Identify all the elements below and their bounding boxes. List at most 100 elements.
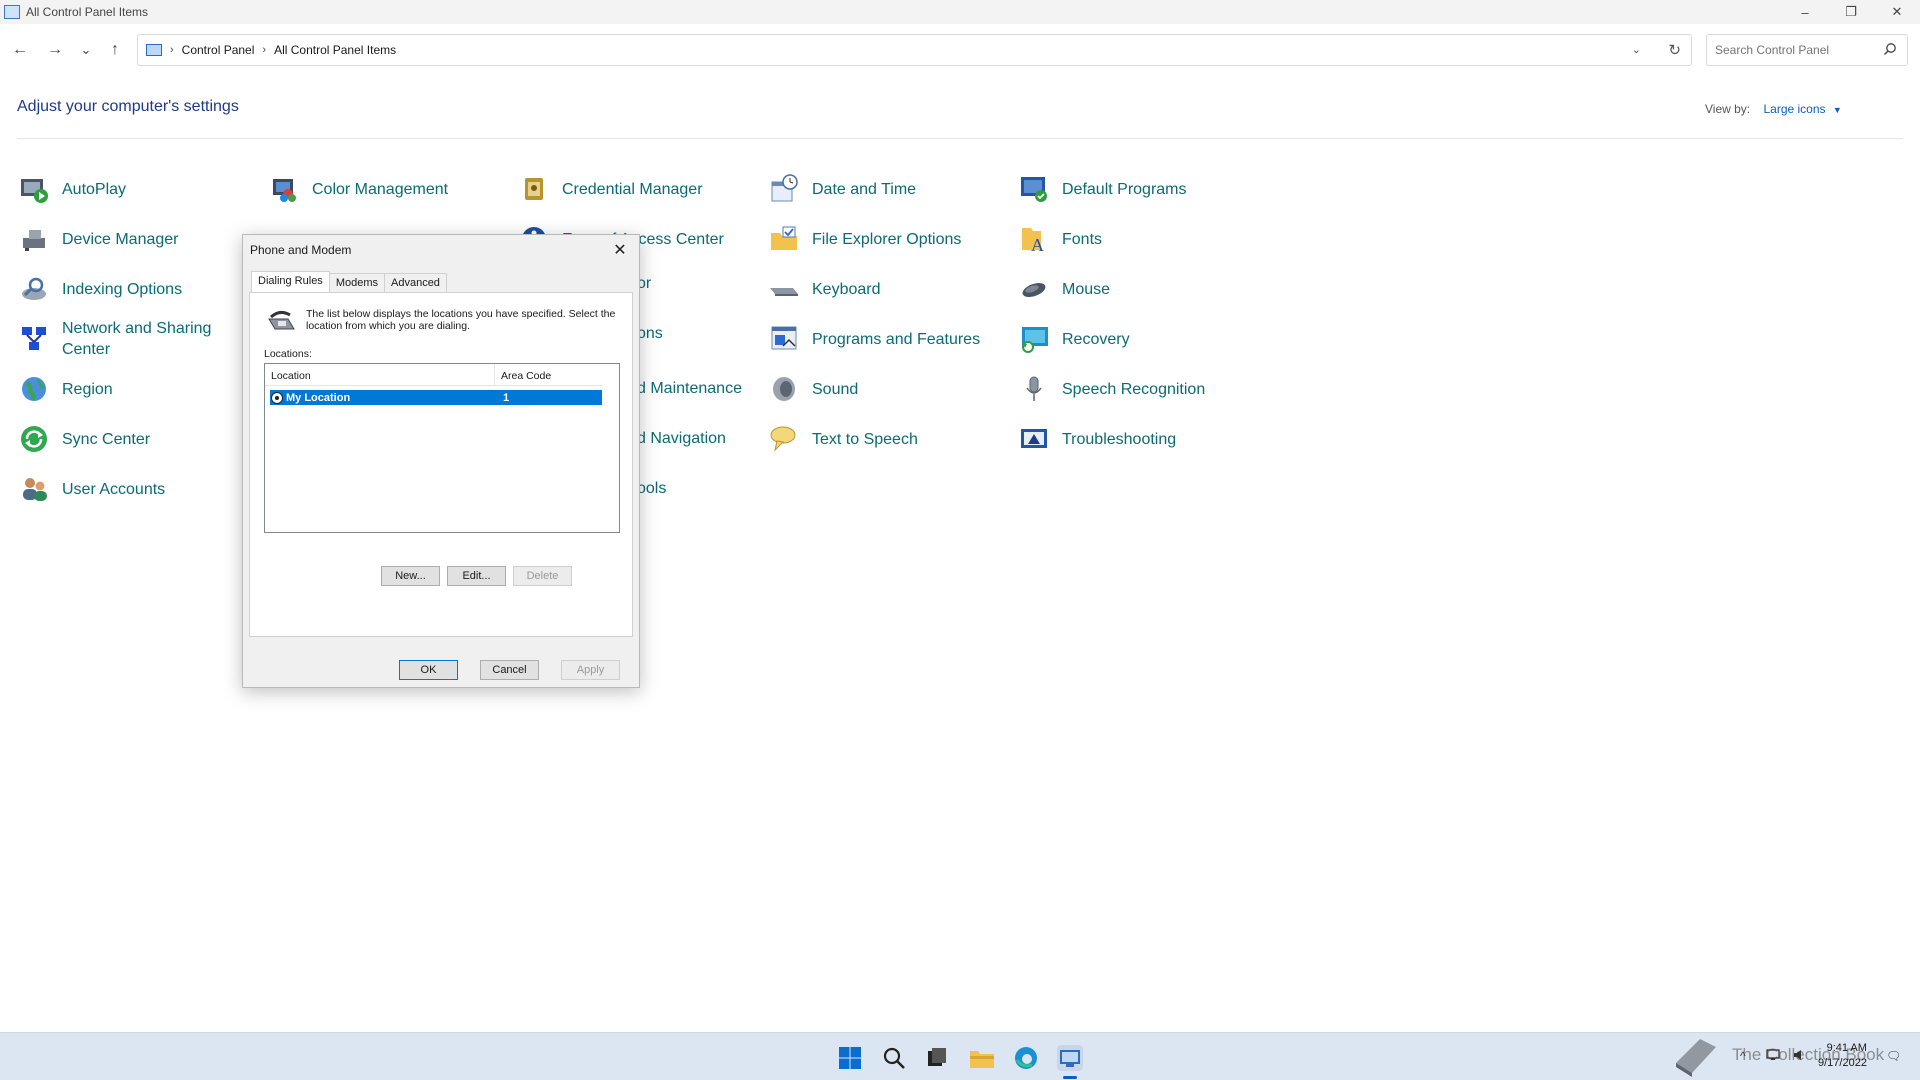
system-clock[interactable]: 9:41 AM 9/17/2022 [1818, 1041, 1867, 1071]
breadcrumb-separator: › [170, 44, 174, 56]
item-keyboard[interactable]: Keyboard [768, 273, 987, 305]
tab-modems[interactable]: Modems [328, 273, 385, 294]
item-region[interactable]: Region [18, 373, 237, 405]
item-partial-ons[interactable]: ons [637, 323, 663, 344]
minimize-button[interactable]: – [1782, 0, 1828, 24]
page-title: Adjust your computer's settings [17, 98, 239, 115]
start-icon[interactable] [837, 1045, 863, 1071]
refresh-icon[interactable]: ↻ [1668, 41, 1681, 59]
breadcrumb-separator[interactable]: › [262, 44, 266, 56]
item-network-sharing[interactable]: Network and Sharing Center [18, 318, 237, 360]
item-label: Recovery [1062, 330, 1130, 348]
forward-button[interactable]: → [43, 38, 67, 62]
control-panel-icon [146, 44, 162, 56]
file-explorer-icon[interactable] [969, 1045, 995, 1071]
recent-locations-button[interactable]: ⌄ [74, 38, 98, 62]
item-sound[interactable]: Sound [768, 373, 987, 405]
default-programs-icon [1018, 173, 1050, 205]
item-file-explorer-options[interactable]: File Explorer Options [768, 223, 987, 255]
control-panel-icon [4, 5, 20, 19]
item-mouse[interactable]: Mouse [1018, 273, 1237, 305]
item-user-accounts[interactable]: User Accounts [18, 473, 237, 505]
column-area-code[interactable]: Area Code [495, 364, 602, 385]
network-tray-icon[interactable] [1766, 1049, 1780, 1064]
active-app-indicator [1063, 1076, 1077, 1079]
speech-bubble-icon [768, 423, 800, 455]
item-partial-maintenance[interactable]: d Maintenance [637, 378, 742, 399]
book-icon [1670, 1033, 1720, 1080]
item-text-to-speech[interactable]: Text to Speech [768, 423, 987, 455]
color-management-icon [268, 173, 300, 205]
item-default-programs[interactable]: Default Programs [1018, 173, 1237, 205]
breadcrumb-control-panel[interactable]: Control Panel [182, 43, 255, 57]
locations-list[interactable]: Location Area Code My Location 1 [264, 363, 620, 533]
credential-manager-icon [518, 173, 550, 205]
item-partial-navigation[interactable]: d Navigation [637, 428, 726, 449]
item-indexing-options[interactable]: Indexing Options [18, 273, 237, 305]
column-location[interactable]: Location [265, 364, 495, 385]
window-title: All Control Panel Items [26, 5, 149, 19]
item-sync-center[interactable]: Sync Center [18, 423, 237, 455]
tab-dialing-rules[interactable]: Dialing Rules [251, 271, 330, 292]
item-label: File Explorer Options [812, 230, 962, 248]
date-time-icon [768, 173, 800, 205]
item-credential-manager[interactable]: Credential Manager [518, 173, 737, 205]
dialing-description: The list below displays the locations yo… [306, 308, 616, 332]
autoplay-icon [18, 173, 50, 205]
up-button[interactable]: ↑ [103, 38, 127, 62]
item-label: ools [637, 480, 667, 497]
address-bar[interactable]: › Control Panel › All Control Panel Item… [137, 34, 1692, 66]
delete-button[interactable]: Delete [513, 566, 572, 586]
item-autoplay[interactable]: AutoPlay [18, 173, 237, 205]
area-code-cell: 1 [503, 391, 510, 404]
edit-button[interactable]: Edit... [447, 566, 506, 586]
search-icon[interactable] [1883, 42, 1897, 56]
item-troubleshooting[interactable]: Troubleshooting [1018, 423, 1237, 455]
address-dropdown-icon[interactable]: ⌄ [1632, 43, 1641, 56]
table-row[interactable]: My Location 1 [270, 390, 602, 405]
volume-tray-icon[interactable] [1793, 1049, 1807, 1064]
search-input[interactable] [1715, 43, 1875, 57]
keyboard-icon [768, 273, 800, 305]
device-manager-icon [18, 223, 50, 255]
mouse-icon [1018, 273, 1050, 305]
phone-modem-dialog: Phone and Modem ✕ Dialing Rules Modems A… [242, 234, 640, 688]
edge-icon[interactable] [1013, 1045, 1039, 1071]
back-button[interactable]: ← [8, 38, 32, 62]
list-header: Location Area Code [265, 364, 602, 386]
tray-chevron-icon[interactable]: ^ [1740, 1049, 1746, 1063]
item-partial-tools[interactable]: ools [637, 478, 666, 499]
item-label: Color Management [312, 180, 449, 198]
search-box[interactable] [1706, 34, 1908, 66]
notification-icon[interactable]: 🗨 [1886, 1049, 1901, 1063]
dialog-title: Phone and Modem [250, 243, 352, 257]
item-speech-recognition[interactable]: Speech Recognition [1018, 373, 1237, 405]
cancel-button[interactable]: Cancel [480, 660, 539, 680]
current-location-icon [271, 391, 283, 404]
close-icon[interactable]: ✕ [607, 237, 633, 263]
search-icon[interactable] [881, 1045, 907, 1071]
restore-button[interactable]: ❐ [1828, 0, 1874, 24]
indexing-icon [18, 273, 50, 305]
view-by-dropdown[interactable]: Large icons [1763, 102, 1825, 116]
item-label: Mouse [1062, 280, 1111, 298]
item-color-management[interactable]: Color Management [268, 173, 487, 205]
new-button[interactable]: New... [381, 566, 440, 586]
folder-options-icon [768, 223, 800, 255]
chevron-down-icon[interactable]: ▼ [1833, 105, 1842, 115]
ok-button[interactable]: OK [399, 660, 458, 680]
item-label: Date and Time [812, 180, 917, 198]
item-label: Fonts [1062, 230, 1103, 248]
item-date-time[interactable]: Date and Time [768, 173, 987, 205]
apply-button[interactable]: Apply [561, 660, 620, 680]
item-device-manager[interactable]: Device Manager [18, 223, 237, 255]
control-panel-taskbar-icon[interactable] [1057, 1045, 1083, 1071]
task-view-icon[interactable] [924, 1045, 950, 1071]
item-label: Default Programs [1062, 180, 1187, 198]
breadcrumb-all-items[interactable]: All Control Panel Items [274, 43, 396, 57]
item-recovery[interactable]: Recovery [1018, 323, 1237, 355]
close-button[interactable]: ✕ [1874, 0, 1920, 24]
tab-advanced[interactable]: Advanced [384, 273, 447, 294]
item-programs-features[interactable]: Programs and Features [768, 323, 987, 355]
item-fonts[interactable]: A Fonts [1018, 223, 1237, 255]
